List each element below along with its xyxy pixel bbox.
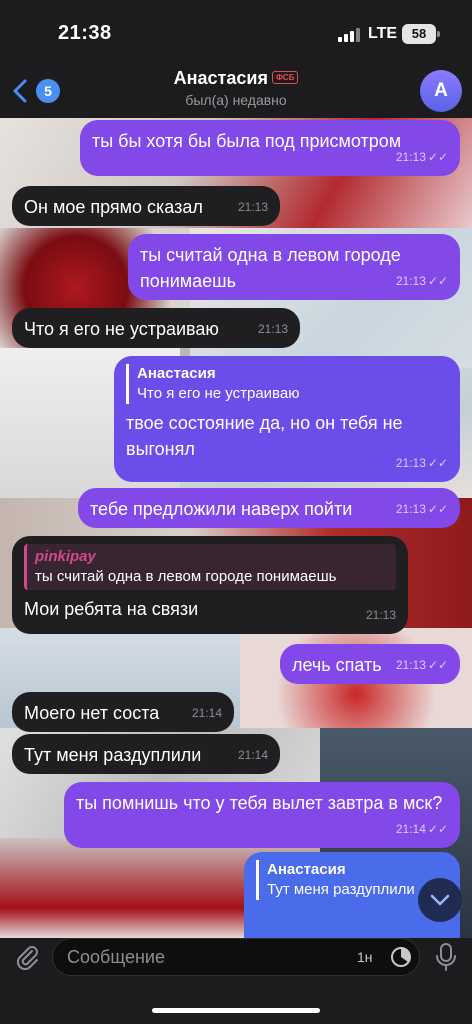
reply-author: Анастасия	[137, 365, 216, 382]
message-input[interactable]: Сообщение 1н	[52, 938, 420, 976]
message-bubble[interactable]: pinkipay ты считай одна в левом городе п…	[12, 536, 408, 634]
last-seen-status: был(а) недавно	[185, 92, 287, 108]
reply-text: ты считай одна в левом городе понимаешь	[35, 568, 337, 585]
network-label: LTE	[368, 25, 398, 42]
reply-quote[interactable]: pinkipay ты считай одна в левом городе п…	[24, 544, 396, 590]
signal-icon	[338, 28, 360, 42]
auto-delete-timer-label: 1н	[357, 949, 373, 965]
reply-author: pinkipay	[35, 548, 96, 565]
message-meta: 21:14	[237, 748, 268, 762]
message-meta: 21:14	[191, 706, 222, 720]
message-text: Он мое прямо сказал	[24, 197, 203, 217]
double-check-icon: ✓✓	[427, 456, 448, 470]
contact-tag-badge: ФСБ	[271, 71, 299, 84]
message-meta: 21:14 ✓✓	[395, 822, 448, 836]
battery-icon: 58	[402, 24, 440, 44]
message-text: Моего нет соста	[24, 703, 160, 723]
reply-text: Что я его не устраиваю	[137, 385, 300, 402]
message-meta: 21:13 ✓✓	[395, 502, 448, 516]
message-meta: 21:13	[365, 608, 396, 622]
message-bubble[interactable]: ты считай одна в левом городе понимаешь …	[128, 234, 460, 300]
message-text: Тут меня раздуплили	[24, 745, 202, 765]
scroll-to-bottom-button[interactable]	[418, 878, 462, 922]
message-bubble[interactable]: Он мое прямо сказал 21:13	[12, 186, 280, 226]
double-check-icon: ✓✓	[427, 658, 448, 672]
message-meta: 21:13 ✓✓	[395, 274, 448, 288]
double-check-icon: ✓✓	[427, 502, 448, 516]
message-bubble[interactable]: Моего нет соста 21:14	[12, 692, 234, 732]
message-text: тебе предложили наверх пойти	[90, 499, 353, 519]
message-bubble[interactable]: Анастасия Что я его не устраиваю твое со…	[114, 356, 460, 482]
paperclip-icon[interactable]	[12, 942, 42, 972]
unread-count-badge: 5	[36, 79, 60, 103]
contact-name-row: Анастасия ФСБ	[100, 68, 372, 89]
message-input-placeholder: Сообщение	[67, 947, 165, 967]
message-meta: 21:13 ✓✓	[395, 456, 448, 470]
reply-author: Анастасия	[267, 861, 346, 878]
message-text: Что я его не устраиваю	[24, 319, 219, 339]
message-bubble[interactable]: Тут меня раздуплили 21:14	[12, 734, 280, 774]
double-check-icon: ✓✓	[427, 822, 448, 836]
message-meta: 21:13	[257, 322, 288, 336]
message-bubble[interactable]: тебе предложили наверх пойти 21:13 ✓✓	[78, 488, 460, 528]
double-check-icon: ✓✓	[427, 150, 448, 164]
double-check-icon: ✓✓	[427, 274, 448, 288]
message-meta: 21:13 ✓✓	[395, 658, 448, 672]
message-bubble[interactable]: ты помнишь что у тебя вылет завтра в мск…	[64, 782, 460, 848]
message-bubble[interactable]: Что я его не устраиваю 21:13	[12, 308, 300, 348]
status-bar: 21:38 LTE 58	[0, 0, 472, 62]
message-text: Мои ребята на связи	[24, 599, 199, 619]
message-text: лечь спать	[292, 655, 382, 675]
chevron-left-icon	[13, 79, 27, 103]
message-meta: 21:13	[237, 200, 268, 214]
message-text: ты помнишь что у тебя вылет завтра в мск…	[76, 793, 443, 813]
home-indicator	[152, 1008, 320, 1013]
chevron-down-icon	[430, 894, 450, 906]
message-text: ты бы хотя бы была под присмотром	[92, 131, 402, 151]
message-meta: 21:13 ✓✓	[395, 150, 448, 164]
microphone-icon[interactable]	[432, 942, 460, 972]
message-bubble[interactable]: ты бы хотя бы была под присмотром 21:13 ✓…	[80, 120, 460, 176]
chat-title-area[interactable]: Анастасия ФСБ был(а) недавно	[100, 68, 372, 108]
contact-name: Анастасия	[173, 68, 268, 88]
clock: 21:38	[58, 22, 112, 44]
message-bubble[interactable]: лечь спать 21:13 ✓✓	[280, 644, 460, 684]
reply-quote[interactable]: Анастасия Что я его не устраиваю	[126, 364, 448, 404]
chat-header: 5 Анастасия ФСБ был(а) недавно А	[0, 62, 472, 118]
auto-delete-timer-icon[interactable]	[389, 945, 413, 969]
composer-bar: Сообщение 1н	[0, 938, 472, 1024]
back-button[interactable]: 5	[8, 76, 60, 106]
avatar[interactable]: А	[420, 70, 462, 112]
